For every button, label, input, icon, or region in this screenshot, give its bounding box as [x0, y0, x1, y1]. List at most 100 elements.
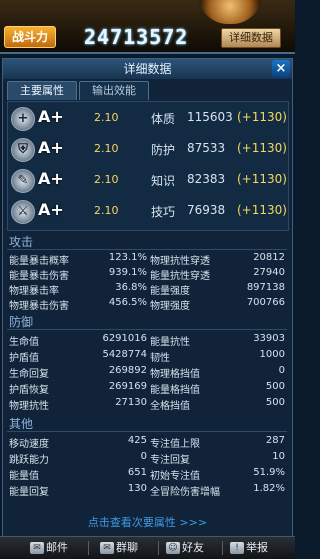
stat-label: 能量值: [9, 471, 39, 482]
stat-label: 生命值: [9, 337, 39, 348]
attribute-name: 知识: [151, 174, 176, 188]
stat-value: 897138: [246, 282, 285, 293]
attribute-grade: A+: [38, 107, 64, 126]
stat-label: 物理强度: [150, 301, 190, 312]
report-icon: !: [230, 542, 244, 554]
divider: [88, 541, 89, 555]
group-chat-button[interactable]: ✉ 群聊: [100, 539, 138, 557]
stat-value: 27940: [253, 267, 285, 278]
stat-label: 物理暴击伤害: [9, 301, 69, 312]
main-attributes: + A+ 2.10 体质 115603 (+1130) ⛨ A+ 2.10 防护…: [7, 101, 289, 231]
stat-label: 全格挡值: [150, 401, 190, 412]
attribute-value: 87533: [187, 141, 226, 155]
attribute-name: 体质: [151, 112, 176, 126]
stat-value: 500: [265, 397, 285, 408]
attribute-level: 2.10: [94, 111, 119, 124]
attribute-grade: A+: [38, 200, 64, 219]
stat-label: 能量抗性: [150, 337, 190, 348]
stat-label: 能量回复: [9, 487, 49, 498]
stat-label: 护盾值: [9, 353, 39, 364]
friends-button[interactable]: ☺ 好友: [166, 539, 204, 557]
stat-label: 韧性: [150, 353, 170, 364]
stat-value: 939.1%: [108, 267, 147, 278]
shield-icon: ⛨: [11, 138, 35, 162]
attribute-bonus: (+1130): [237, 203, 287, 217]
attribute-bonus: (+1130): [237, 141, 287, 155]
attribute-row: ⚔ A+ 2.10 技巧 76938 (+1130): [8, 196, 288, 226]
mail-label: 邮件: [46, 541, 68, 554]
bottom-bar: ✉ 邮件 ✉ 群聊 ☺ 好友 ! 举报: [0, 536, 295, 559]
report-button[interactable]: ! 举报: [230, 539, 268, 557]
attribute-grade: A+: [38, 169, 64, 188]
view-secondary-attributes-link[interactable]: 点击查看次要属性 >>>: [0, 514, 295, 530]
stat-value: 130: [127, 483, 147, 494]
section-title-attack: 攻击: [9, 235, 34, 249]
stat-value: 51.9%: [253, 467, 285, 478]
top-bar: 战斗力 24713572 详细数据: [0, 0, 295, 52]
attribute-bonus: (+1130): [237, 110, 287, 124]
panel-title: 详细数据: [123, 62, 172, 76]
close-button[interactable]: ×: [272, 60, 290, 78]
attribute-level: 2.10: [94, 204, 119, 217]
stat-label: 物理抗性穿透: [150, 256, 210, 267]
friends-label: 好友: [182, 541, 204, 554]
combat-power-label: 战斗力: [4, 26, 56, 48]
attribute-value: 115603: [187, 110, 233, 124]
divider: [0, 52, 295, 54]
attribute-value: 82383: [187, 172, 226, 186]
stat-label: 全冒险伤害增幅: [150, 487, 220, 498]
detail-panel: 详细数据 × 主要属性 输出效能 + A+ 2.10 体质 115603 (+1…: [2, 58, 293, 538]
stat-label: 专注回复: [150, 455, 190, 466]
attribute-row: + A+ 2.10 体质 115603 (+1130): [8, 103, 288, 133]
stat-value: 500: [265, 381, 285, 392]
stat-label: 物理暴击率: [9, 286, 59, 297]
divider: [158, 541, 159, 555]
stat-label: 跳跃能力: [9, 455, 49, 466]
section-divider: [7, 329, 287, 330]
stat-value: 1000: [259, 349, 285, 360]
stat-label: 能量格挡值: [150, 385, 200, 396]
skill-icon: ⚔: [11, 200, 35, 224]
tab-output-efficiency[interactable]: 输出效能: [79, 81, 149, 100]
stat-label: 能量强度: [150, 286, 190, 297]
stat-value: 27130: [115, 397, 147, 408]
stat-label: 能量暴击伤害: [9, 271, 69, 282]
stat-value: 36.8%: [115, 282, 147, 293]
tab-main-attributes[interactable]: 主要属性: [7, 81, 77, 100]
attribute-level: 2.10: [94, 142, 119, 155]
stat-label: 物理抗性: [9, 401, 49, 412]
panel-header: 详细数据 ×: [3, 59, 292, 79]
plus-shield-icon: +: [11, 107, 35, 131]
stat-value: 10: [272, 451, 285, 462]
stat-label: 物理格挡值: [150, 369, 200, 380]
stat-value: 269892: [108, 365, 147, 376]
mail-button[interactable]: ✉ 邮件: [30, 539, 68, 557]
divider: [222, 541, 223, 555]
stat-label: 能量抗性穿透: [150, 271, 210, 282]
stat-value: 0: [140, 451, 147, 462]
stat-value: 287: [265, 435, 285, 446]
stat-value: 456.5%: [108, 297, 147, 308]
attribute-bonus: (+1130): [237, 172, 287, 186]
stat-value: 123.1%: [108, 252, 147, 263]
knowledge-icon: ✎: [11, 169, 35, 193]
attribute-row: ✎ A+ 2.10 知识 82383 (+1130): [8, 165, 288, 195]
stat-value: 269169: [108, 381, 147, 392]
stat-label: 能量暴击概率: [9, 256, 69, 267]
stat-value: 700766: [246, 297, 285, 308]
attribute-name: 防护: [151, 143, 176, 157]
stat-value: 425: [127, 435, 147, 446]
stat-value: 651: [127, 467, 147, 478]
stat-label: 护盾恢复: [9, 385, 49, 396]
stat-value: 6291016: [102, 333, 147, 344]
friends-icon: ☺: [166, 542, 180, 554]
section-title-other: 其他: [9, 417, 34, 431]
combat-power-value: 24713572: [84, 25, 189, 49]
stat-value: 33903: [253, 333, 285, 344]
section-title-defense: 防御: [9, 315, 34, 329]
stat-value: 0: [278, 365, 285, 376]
detail-data-button[interactable]: 详细数据: [221, 28, 281, 48]
attribute-row: ⛨ A+ 2.10 防护 87533 (+1130): [8, 134, 288, 164]
mail-icon: ✉: [30, 542, 44, 554]
attribute-level: 2.10: [94, 173, 119, 186]
